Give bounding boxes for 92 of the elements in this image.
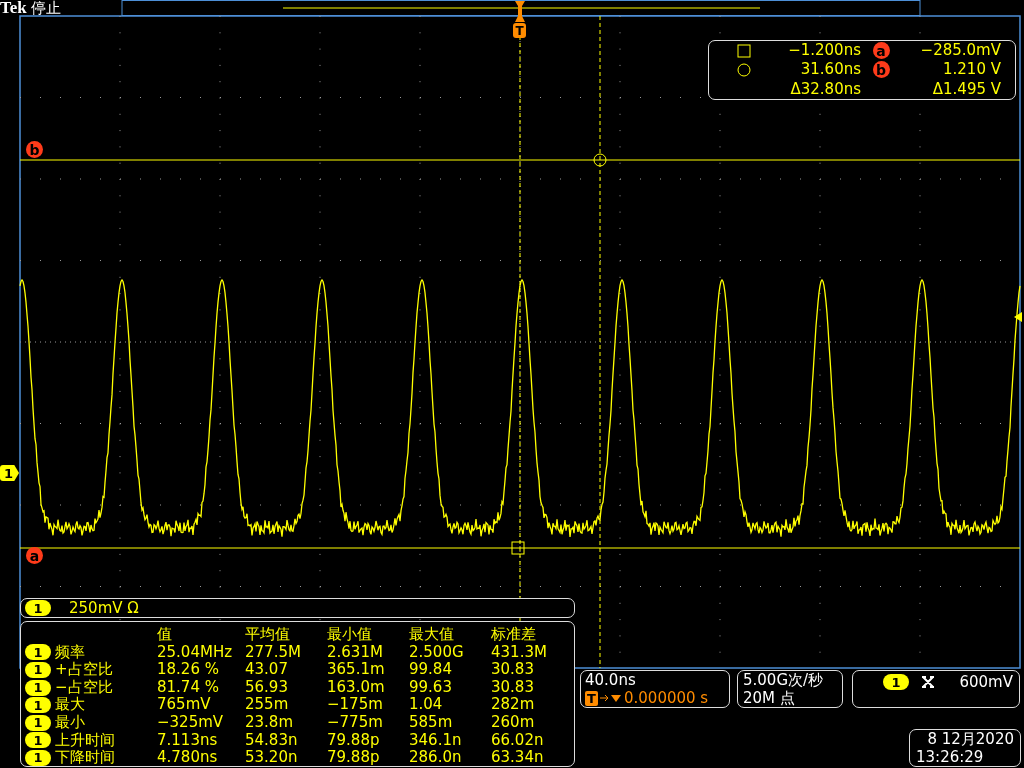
table-cell-text: 54.83n xyxy=(245,731,299,750)
cursor-value: Δ1.495 V xyxy=(931,79,1001,99)
cursor-label: a xyxy=(872,42,890,60)
table-cell-text: −175m xyxy=(327,696,384,714)
square-cursor-icon xyxy=(737,43,751,58)
measurement-name: +占空比 xyxy=(55,661,113,679)
table-cell-text: 282m xyxy=(491,696,536,714)
table-cell-text: 365.1m xyxy=(327,661,386,679)
channel-badge: 1 xyxy=(25,662,51,678)
table-cell-text: 43.07 xyxy=(245,661,289,679)
table-cell-text: 431.3M xyxy=(491,643,548,662)
cursor-label: b xyxy=(872,61,890,79)
table-cell-text: 23.8m xyxy=(245,713,294,732)
time-scale: 40.0ns xyxy=(585,671,637,689)
table-cell-text: 79.88p xyxy=(327,749,381,767)
column-header: 最小值 xyxy=(327,626,373,644)
cursor-value: −285.0mV xyxy=(919,41,1001,61)
column-header: 标准差 xyxy=(491,626,537,644)
run-status[interactable]: 停止 xyxy=(30,0,61,18)
table-cell-text: 7.113ns xyxy=(157,731,219,750)
channel-badge: 1 xyxy=(25,732,51,749)
table-cell-text: 765mV xyxy=(157,696,212,714)
table-cell-text: −325mV xyxy=(157,713,225,732)
channel-badge: 1 xyxy=(25,600,51,616)
timebase-panel[interactable]: 40.0ns T 0.000000 s xyxy=(580,670,730,708)
cursor-label: a xyxy=(26,547,43,564)
table-cell-text: 277.5M xyxy=(245,643,302,662)
acquisition-panel[interactable]: 5.00G次/秒 20M 点 xyxy=(737,670,843,708)
measurement-name: 下降时间 xyxy=(55,749,115,767)
channel-badge: 1 xyxy=(883,674,909,690)
table-cell-text: 163.0m xyxy=(327,678,386,697)
measurement-name: 频率 xyxy=(55,643,85,661)
table-cell-text: 66.02n xyxy=(491,731,545,750)
cursor-time: −1.200ns xyxy=(787,41,861,61)
channel-badge: 1 xyxy=(25,749,51,766)
table-cell-text: 585m xyxy=(409,713,454,732)
channel-badge: 1 xyxy=(25,644,51,661)
table-cell-text: 286.0n xyxy=(409,749,463,767)
table-cell-text: 30.83 xyxy=(491,678,535,697)
cursor-value: 1.210 V xyxy=(942,60,1001,80)
measurement-name: −占空比 xyxy=(55,678,113,696)
table-cell-text: 99.84 xyxy=(409,661,453,679)
measurement-name: 上升时间 xyxy=(55,731,115,749)
table-cell-text: 63.34n xyxy=(491,749,545,767)
channel-badge: 1 xyxy=(25,679,51,696)
table-cell-text: 18.26 % xyxy=(157,661,220,679)
measurement-name: 最大 xyxy=(55,696,85,714)
circle-cursor-icon xyxy=(737,63,751,77)
channel-badge: 1 xyxy=(25,697,51,714)
table-cell-text: 2.631M xyxy=(327,643,384,662)
date-text: 8 12月2020 xyxy=(927,730,1014,748)
square-cursor-icon xyxy=(511,541,525,555)
x-icon xyxy=(921,675,935,689)
table-cell-text: 79.88p xyxy=(327,731,381,750)
circle-cursor-icon xyxy=(593,153,607,167)
table-cell-text: 30.83 xyxy=(491,661,535,679)
table-cell-text: −775m xyxy=(327,713,384,732)
channel-ground-marker[interactable]: 1 xyxy=(0,465,19,481)
brand-logo: Tek xyxy=(0,0,27,18)
trigger-badge: T xyxy=(585,690,598,706)
trigger-panel[interactable]: 1 600mV xyxy=(852,670,1020,708)
table-cell-text: 25.04MHz xyxy=(157,643,234,662)
trigger-marker: T xyxy=(513,23,526,38)
column-header: 值 xyxy=(157,626,173,644)
trigger-pointer-icon xyxy=(515,1,525,22)
column-header: 最大值 xyxy=(409,626,455,644)
trigger-level: 600mV xyxy=(959,673,1013,691)
table-cell-text: 53.20n xyxy=(245,749,299,767)
arrow-down-icon xyxy=(599,692,623,704)
table-cell-text: 2.500G xyxy=(409,643,465,662)
vertical-scale: 250mV Ω xyxy=(69,599,139,617)
column-header: 平均值 xyxy=(245,626,291,644)
table-cell-text: 255m xyxy=(245,696,290,714)
cursor-time: Δ32.80ns xyxy=(789,79,861,99)
trigger-position: 0.000000 s xyxy=(624,689,709,707)
cursor-time: 31.60ns xyxy=(799,60,861,80)
table-cell-text: 99.63 xyxy=(409,678,453,697)
channel-scale-bar[interactable]: 1 250mV Ω xyxy=(20,598,575,618)
time-text: 13:26:29 xyxy=(916,748,984,766)
table-cell-text: 81.74 % xyxy=(157,678,220,697)
record-length: 20M 点 xyxy=(743,689,796,707)
table-cell-text: 56.93 xyxy=(245,678,289,697)
cursor-label: b xyxy=(26,141,43,158)
table-cell-text: 260m xyxy=(491,713,536,732)
table-cell-text: 1.04 xyxy=(409,696,444,714)
table-cell-text: 4.780ns xyxy=(157,749,219,767)
channel-badge: 1 xyxy=(25,714,51,731)
table-cell-text: 346.1n xyxy=(409,731,463,750)
trigger-level-icon xyxy=(1014,312,1022,322)
sample-rate: 5.00G次/秒 xyxy=(743,671,825,689)
time-cursor-line[interactable] xyxy=(599,15,601,669)
measurement-name: 最小 xyxy=(55,713,85,732)
